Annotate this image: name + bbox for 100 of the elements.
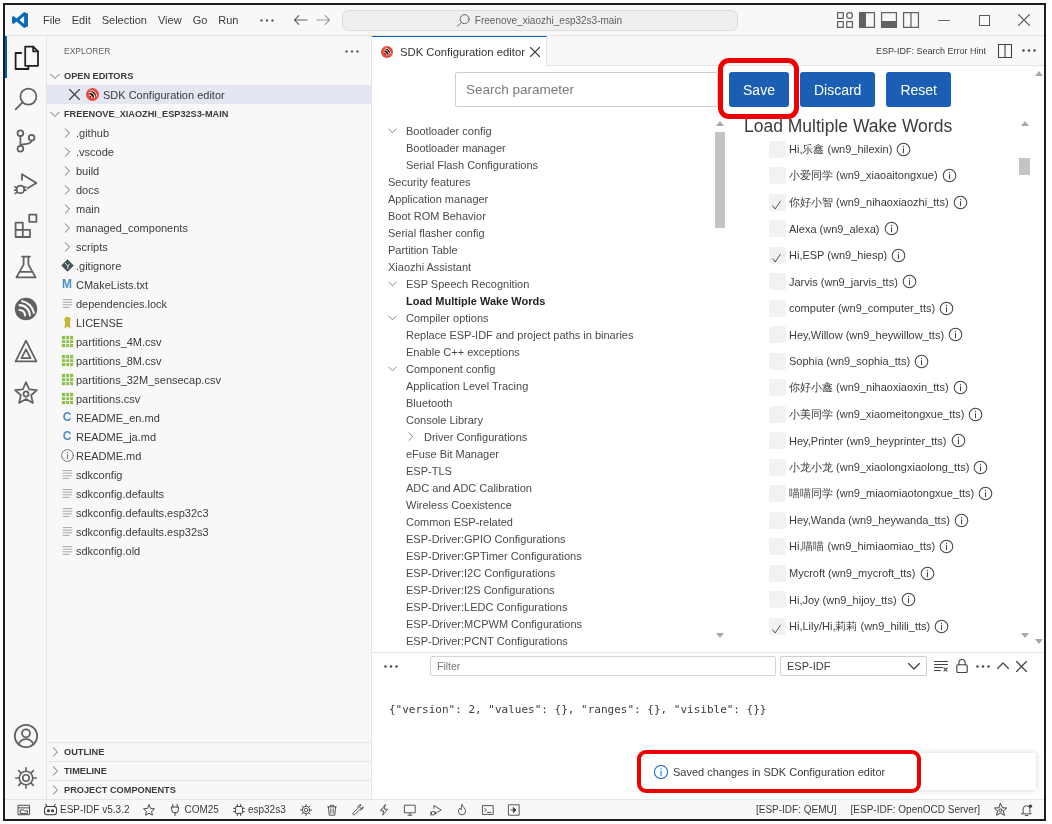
section-header[interactable]: OUTLINE — [47, 742, 371, 761]
close-icon[interactable] — [530, 46, 540, 57]
config-tree-item[interactable]: Compiler options — [372, 309, 714, 326]
config-tree-item[interactable]: Security features — [372, 173, 714, 190]
status-item[interactable]: [ESP-IDF: QEMU] — [755, 804, 837, 815]
file-tree-item[interactable]: M CMakeLists.txt — [47, 275, 371, 294]
config-tree-item[interactable]: Partition Table — [372, 241, 714, 258]
file-tree-item[interactable]: partitions_32M_sensecap.csv — [47, 370, 371, 389]
info-icon[interactable] — [974, 460, 988, 474]
config-tree-item[interactable]: ESP-Driver:PCNT Configurations — [372, 632, 714, 649]
info-icon[interactable] — [884, 222, 898, 236]
filter-field[interactable]: Filter — [430, 656, 776, 676]
file-tree-item[interactable]: C README_en.md — [47, 408, 371, 427]
config-tree-item[interactable]: Load Multiple Wake Words — [372, 292, 714, 309]
action-button[interactable]: Discard — [799, 72, 876, 107]
lock-icon[interactable] — [955, 659, 969, 673]
config-tree-item[interactable]: ESP-Driver:I2C Configurations — [372, 564, 714, 581]
config-tree-item[interactable]: Replace ESP-IDF and project paths in binaries — [372, 326, 714, 343]
account-icon[interactable] — [13, 724, 38, 748]
config-tree-item[interactable]: ESP-Driver:LEDC Configurations — [372, 598, 714, 615]
close-icon[interactable] — [1016, 660, 1027, 672]
back-arrow-icon[interactable] — [293, 13, 308, 27]
config-tree-item[interactable]: Component config — [372, 360, 714, 377]
section-header[interactable]: FREENOVE_XIAOZHI_ESP32S3-MAIN — [47, 104, 371, 123]
config-tree-item[interactable]: ESP-Driver:GPTimer Configurations — [372, 547, 714, 564]
sidebar-toggle-icon[interactable] — [859, 12, 875, 28]
file-tree-item[interactable]: main — [47, 199, 371, 218]
action-button[interactable]: Save — [729, 72, 789, 107]
info-icon[interactable] — [902, 275, 916, 289]
bell-icon[interactable] — [1021, 803, 1033, 816]
chevron-up-icon[interactable] — [997, 660, 1009, 672]
menu-item[interactable]: File — [43, 14, 61, 26]
config-tree-item[interactable]: Application manager — [372, 190, 714, 207]
config-tree-item[interactable]: ESP-TLS — [372, 462, 714, 479]
config-tree-item[interactable]: Serial flasher config — [372, 224, 714, 241]
info-icon[interactable] — [915, 354, 929, 368]
file-tree-item[interactable]: C README_ja.md — [47, 427, 371, 446]
info-icon[interactable] — [940, 301, 954, 315]
action-button[interactable]: Reset — [886, 72, 951, 107]
target-item[interactable]: esp32s3 — [232, 803, 286, 816]
config-tree-item[interactable]: ADC and ADC Calibration — [372, 479, 714, 496]
file-tree-item[interactable]: .vscode — [47, 142, 371, 161]
clear-list-icon[interactable] — [934, 659, 948, 673]
menu-item[interactable]: View — [157, 14, 182, 26]
config-tree-item[interactable]: Console Library — [372, 411, 714, 428]
search-field[interactable]: Search parameter — [455, 72, 718, 107]
settings-icon[interactable] — [14, 767, 37, 789]
file-tree-item[interactable]: sdkconfig — [47, 465, 371, 484]
split-layout-icon[interactable] — [903, 12, 919, 28]
file-tree-item[interactable]: sdkconfig.defaults — [47, 484, 371, 503]
info-icon[interactable] — [949, 328, 963, 342]
flame-icon[interactable] — [455, 803, 468, 816]
idf-version-item[interactable]: ESP-IDF v5.3.2 — [44, 803, 130, 816]
section-header[interactable]: OPEN EDITORS — [47, 66, 371, 85]
file-tree-item[interactable]: sdkconfig.defaults.esp32s3 — [47, 522, 371, 541]
menu-item[interactable]: Go — [192, 14, 208, 26]
close-icon[interactable] — [1018, 14, 1030, 26]
info-icon[interactable] — [892, 248, 906, 262]
checkbox[interactable] — [769, 193, 786, 211]
config-tree-item[interactable]: ESP-Driver:GPIO Configurations — [372, 530, 714, 547]
file-tree-item[interactable]: partitions_8M.csv — [47, 351, 371, 370]
config-tree-item[interactable]: Application Level Tracing — [372, 377, 714, 394]
file-tree-item[interactable]: dependencies.lock — [47, 294, 371, 313]
file-tree-item[interactable]: LICENSE — [47, 313, 371, 332]
info-icon[interactable] — [954, 513, 968, 527]
file-tree-item[interactable]: docs — [47, 180, 371, 199]
more-icon[interactable] — [1022, 49, 1036, 52]
gear-icon[interactable] — [299, 803, 312, 816]
file-tree-item[interactable]: .github — [47, 123, 371, 142]
window-folder-icon[interactable] — [18, 803, 30, 816]
config-tree-item[interactable]: Serial Flash Configurations — [372, 156, 714, 173]
info-icon[interactable] — [920, 566, 934, 580]
info-icon[interactable] — [969, 407, 983, 421]
close-icon[interactable] — [69, 89, 80, 100]
config-tree-item[interactable]: Bootloader manager — [372, 139, 714, 156]
minimize-icon[interactable] — [938, 19, 950, 21]
terminal-icon[interactable] — [481, 803, 494, 816]
error-hint-action[interactable]: ESP-IDF: Search Error Hint — [875, 45, 986, 56]
config-tree-item[interactable]: Boot ROM Behavior — [372, 207, 714, 224]
checkbox[interactable] — [769, 246, 786, 264]
info-icon[interactable] — [942, 169, 956, 183]
info-icon[interactable] — [953, 195, 967, 209]
file-tree-item[interactable]: partitions_4M.csv — [47, 332, 371, 351]
section-header[interactable]: TIMELINE — [47, 761, 371, 780]
layout-icon[interactable] — [837, 12, 853, 28]
scrollbar-thumb[interactable] — [714, 132, 725, 228]
more-icon[interactable] — [345, 49, 359, 53]
star-icon[interactable] — [994, 803, 1007, 816]
file-tree-item[interactable]: README.md — [47, 446, 371, 465]
split-editor-icon[interactable] — [998, 43, 1012, 58]
config-tree-item[interactable]: Bluetooth — [372, 394, 714, 411]
editor-tab[interactable]: SDK Configuration editor — [372, 36, 547, 66]
info-icon[interactable] — [897, 142, 911, 156]
file-tree-item[interactable]: managed_components — [47, 218, 371, 237]
config-tree-item[interactable]: Enable C++ exceptions — [372, 343, 714, 360]
bolt-icon[interactable] — [377, 803, 390, 816]
wrench-icon[interactable] — [351, 803, 364, 816]
config-tree-item[interactable]: Bootloader config — [372, 122, 714, 139]
status-item[interactable]: [ESP-IDF: OpenOCD Server] — [850, 804, 980, 815]
panel-toggle-icon[interactable] — [881, 12, 897, 28]
